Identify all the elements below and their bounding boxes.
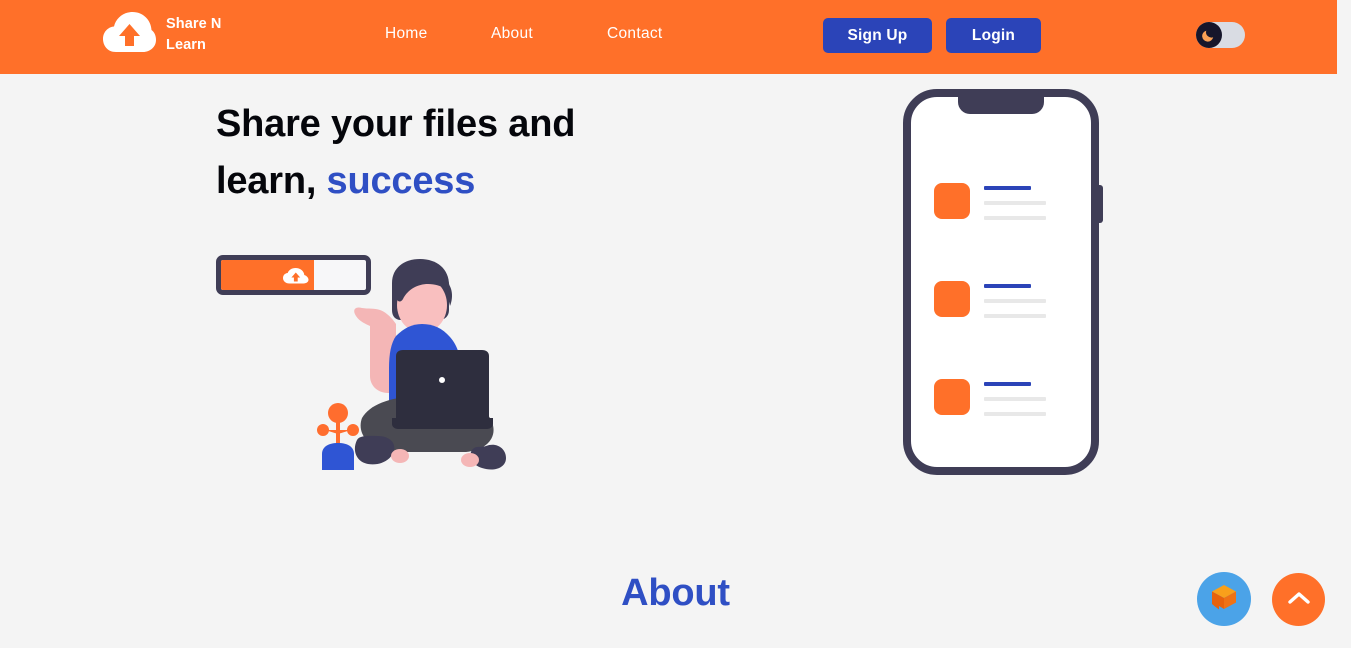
login-button[interactable]: Login <box>946 18 1041 53</box>
brand-logo-link[interactable]: Share N Learn <box>103 11 244 58</box>
phone-side-button <box>1098 185 1103 223</box>
chat-widget-button[interactable] <box>1197 572 1251 626</box>
chevron-up-icon <box>1287 591 1310 608</box>
list-item-text-line <box>984 314 1046 318</box>
auth-buttons: Sign Up Login <box>823 18 1041 53</box>
brand-name: Share N Learn <box>166 15 222 53</box>
list-item-text <box>984 379 1046 427</box>
phone-list <box>934 183 1084 477</box>
hero-heading: Share your files and learn, success <box>216 96 836 210</box>
cloud-upload-icon <box>103 11 156 58</box>
list-item <box>934 183 1084 231</box>
phone-mockup <box>903 89 1103 477</box>
about-section-title: About <box>621 572 730 614</box>
list-item-text <box>984 281 1046 329</box>
nav-item-about[interactable]: About <box>491 25 607 43</box>
hero-heading-line1: Share your files and <box>216 103 576 145</box>
list-item-text-line <box>984 412 1046 416</box>
toggle-knob <box>1196 22 1222 48</box>
scroll-to-top-button[interactable] <box>1272 573 1325 626</box>
orange-thumbnail <box>934 379 970 415</box>
list-item-text <box>984 183 1046 231</box>
list-item-text-line <box>984 201 1046 205</box>
list-item <box>934 379 1084 427</box>
orange-thumbnail <box>934 183 970 219</box>
orange-thumbnail <box>934 281 970 317</box>
main-navigation: Home About Contact <box>385 25 677 43</box>
hero-heading-accent: success <box>326 160 476 202</box>
list-item-text-line <box>984 299 1046 303</box>
nav-item-contact[interactable]: Contact <box>607 25 677 43</box>
list-item-title-bar <box>984 382 1031 386</box>
plant-illustration <box>314 400 362 477</box>
phone-notch <box>958 95 1044 114</box>
box-chat-icon <box>1209 582 1239 617</box>
list-item-title-bar <box>984 284 1031 288</box>
hero-heading-line2: learn, <box>216 160 327 202</box>
list-item-title-bar <box>984 186 1031 190</box>
list-item-text-line <box>984 216 1046 220</box>
list-item-text-line <box>984 397 1046 401</box>
nav-item-home[interactable]: Home <box>385 25 491 43</box>
sign-up-button[interactable]: Sign Up <box>823 18 932 53</box>
dark-mode-toggle[interactable] <box>1196 22 1245 48</box>
moon-icon <box>1202 30 1214 42</box>
site-header: Share N Learn Home About Contact Sign Up… <box>0 0 1337 74</box>
list-item <box>934 281 1084 329</box>
